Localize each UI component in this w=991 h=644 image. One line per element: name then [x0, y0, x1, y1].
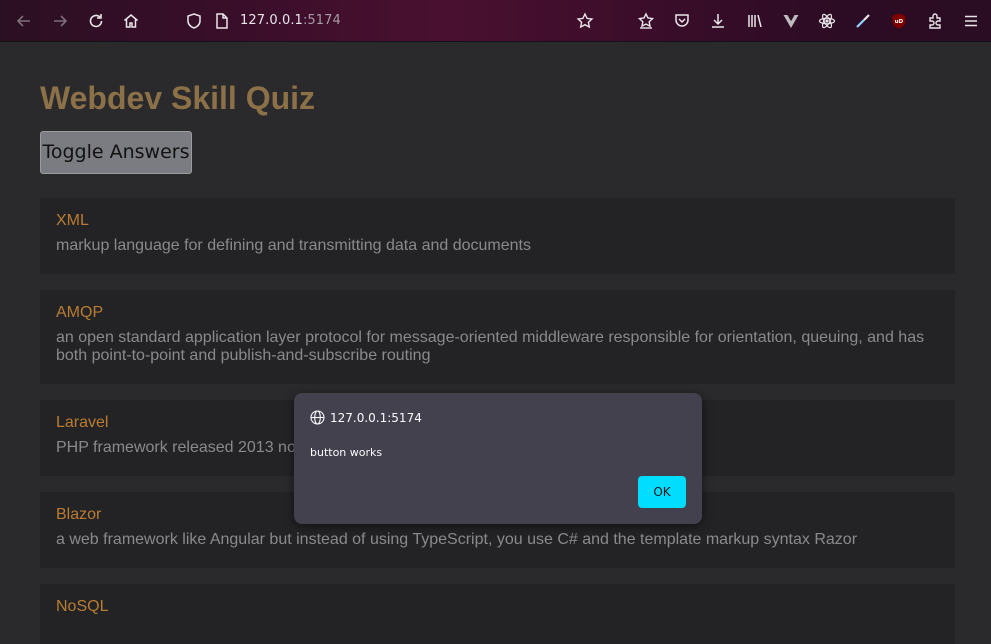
ok-button[interactable]: OK — [638, 476, 686, 508]
home-icon[interactable] — [121, 11, 141, 31]
globe-icon — [310, 410, 325, 425]
dialog-origin-text: 127.0.0.1:5174 — [330, 410, 422, 425]
url-host: 127.0.0.1 — [240, 13, 303, 28]
quiz-card: AMQP an open standard application layer … — [40, 290, 955, 384]
vue-devtools-icon[interactable] — [781, 11, 801, 31]
shield-icon[interactable] — [184, 11, 204, 31]
toggle-answers-button[interactable]: Toggle Answers — [40, 131, 192, 174]
ublock-icon[interactable]: uD — [889, 11, 909, 31]
bookmark-star-icon[interactable] — [575, 11, 595, 31]
alert-dialog: 127.0.0.1:5174 button works OK — [294, 393, 702, 524]
card-definition: a web framework like Angular but instead… — [56, 531, 858, 548]
extensions-icon[interactable] — [925, 11, 945, 31]
quiz-card: XML markup language for defining and tra… — [40, 198, 955, 274]
pocket-icon[interactable] — [672, 11, 692, 31]
back-icon[interactable] — [14, 11, 34, 31]
page-title: Webdev Skill Quiz — [40, 80, 316, 116]
menu-icon[interactable] — [961, 11, 981, 31]
url-bar[interactable]: 127.0.0.1:5174 — [240, 13, 341, 30]
dialog-message: button works — [310, 446, 383, 459]
card-term: NoSQL — [56, 598, 109, 615]
eyedropper-icon[interactable] — [853, 11, 873, 31]
quiz-card: NoSQL — [40, 584, 955, 644]
reload-icon[interactable] — [86, 11, 106, 31]
react-devtools-icon[interactable] — [817, 11, 837, 31]
card-term: AMQP — [56, 304, 104, 321]
url-port: :5174 — [302, 13, 341, 28]
page-content: Webdev Skill Quiz Toggle Answers XML mar… — [0, 43, 991, 644]
card-definition: an open standard application layer proto… — [56, 329, 925, 364]
page-icon[interactable] — [212, 11, 232, 31]
card-term: XML — [56, 212, 89, 229]
browser-toolbar: 127.0.0.1:5174 uD — [0, 0, 991, 42]
forward-icon[interactable] — [50, 11, 70, 31]
download-icon[interactable] — [708, 11, 728, 31]
dialog-origin: 127.0.0.1:5174 — [310, 410, 422, 425]
pocket-save-icon[interactable] — [636, 11, 656, 31]
ublock-badge: uD — [895, 19, 904, 25]
card-definition: markup language for defining and transmi… — [56, 237, 531, 254]
library-icon[interactable] — [745, 11, 765, 31]
